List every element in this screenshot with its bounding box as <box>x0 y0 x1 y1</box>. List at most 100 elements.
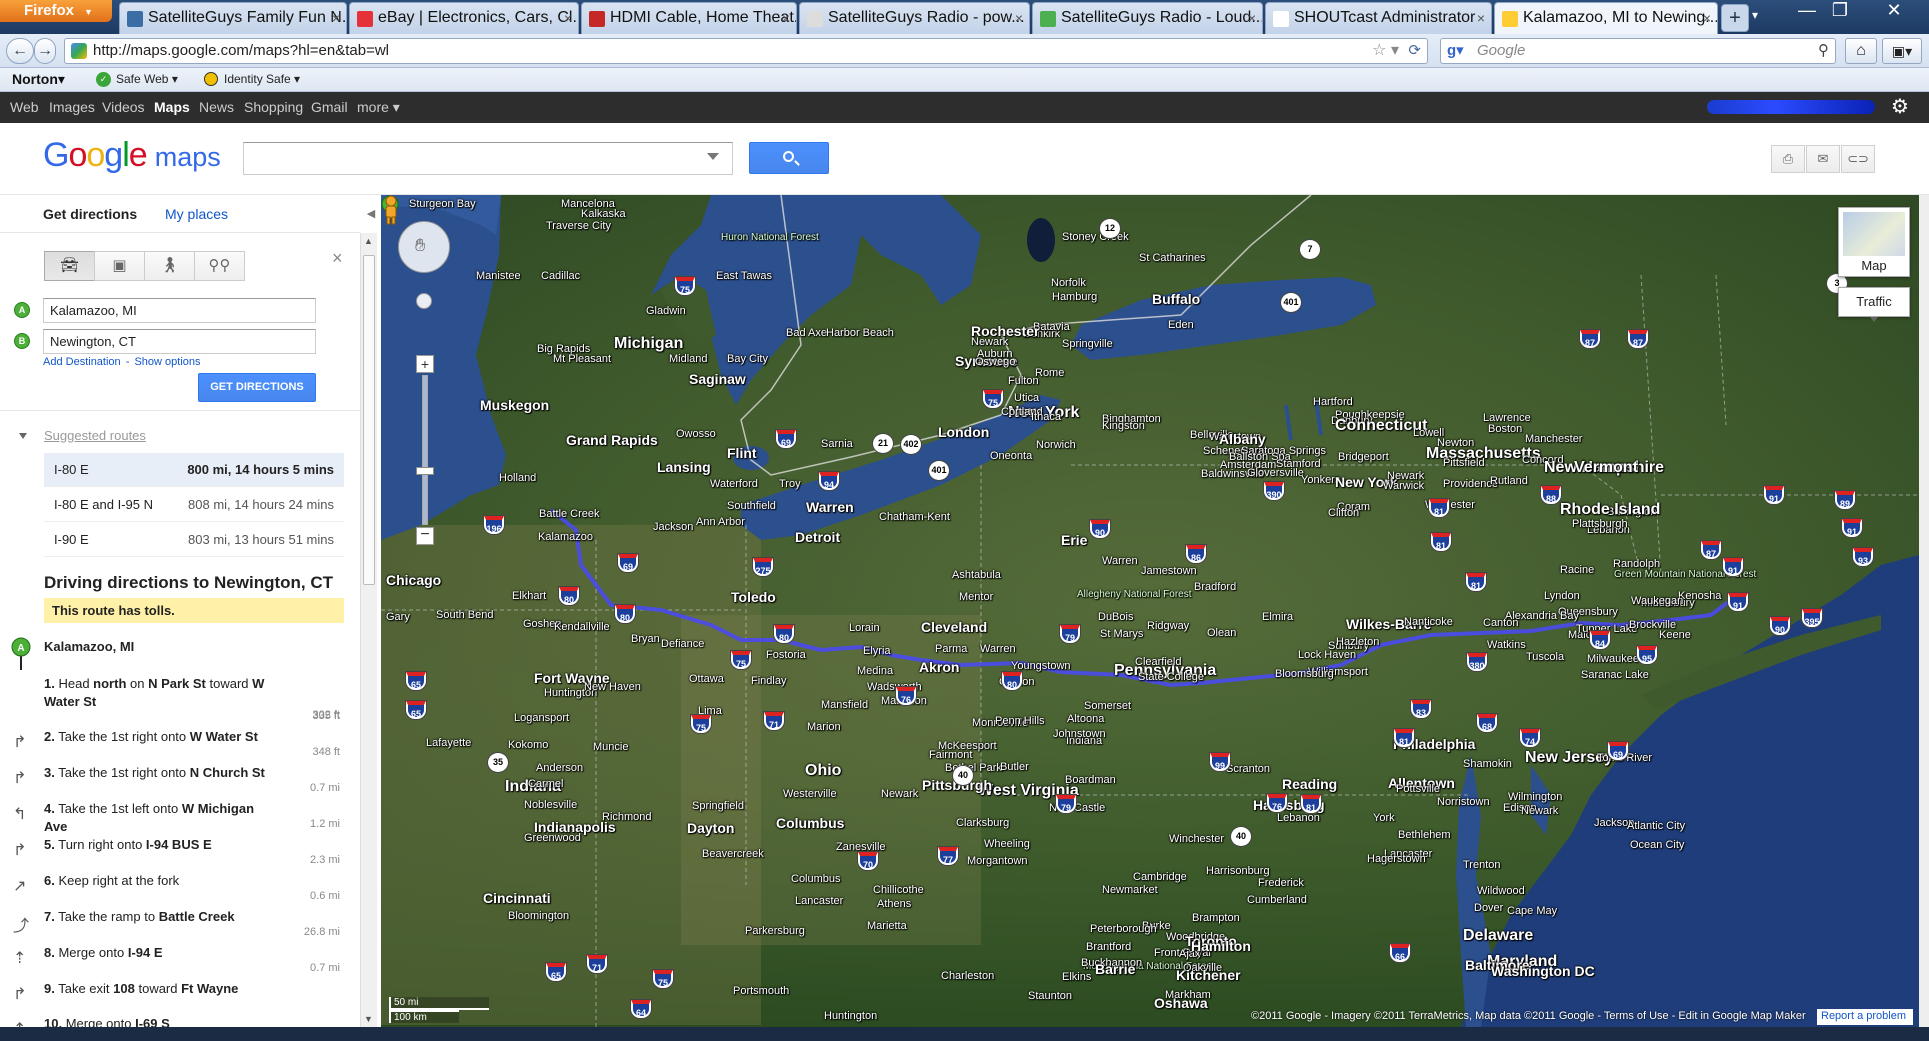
map-canvas[interactable]: Sturgeon Bay Mancelona Kalkaska Huron Natio… <box>381 195 1919 1027</box>
street-view-pegman-icon[interactable] <box>381 195 401 225</box>
scroll-down-icon[interactable]: ▼ <box>364 1014 373 1024</box>
zoom-slider-thumb[interactable] <box>416 467 434 475</box>
close-tab-icon[interactable]: × <box>564 3 572 33</box>
tab-title: HDMI Cable, Home Theat... <box>610 9 797 26</box>
mode-transit-button[interactable]: ▣ <box>94 251 145 281</box>
gear-icon[interactable]: ⚙ <box>1891 92 1909 123</box>
panel-scrollbar[interactable]: ▲ ▼ <box>360 233 377 1027</box>
map-type-button[interactable]: Map <box>1838 207 1910 277</box>
restore-window-button[interactable]: ❐ <box>1820 0 1860 22</box>
browser-tab[interactable]: eBay | Electronics, Cars, Cl... × <box>349 2 579 34</box>
norton-safe-web-button[interactable]: ✓ Safe Web ▾ <box>96 68 178 90</box>
scrollbar-thumb[interactable] <box>363 255 375 585</box>
map-place-label: Grand Rapids <box>566 432 658 448</box>
zoom-slider-track[interactable] <box>422 375 428 525</box>
mode-bicycling-button[interactable]: ⚲⚲ <box>194 251 245 281</box>
get-directions-button[interactable]: GET DIRECTIONS <box>198 373 316 402</box>
origin-input[interactable] <box>43 298 316 323</box>
map-copyright[interactable]: ©2011 Google - Imagery ©2011 TerraMetric… <box>1251 1010 1806 1022</box>
report-problem-link[interactable]: Report a problem <box>1817 1009 1913 1025</box>
gbar-link-web[interactable]: Web <box>10 92 39 123</box>
google-maps-logo[interactable]: Google maps <box>43 135 221 177</box>
account-name-redacted[interactable] <box>1707 100 1875 114</box>
map-place-label: Lafayette <box>426 737 472 749</box>
bookmarks-menu-button[interactable]: ▣▾ <box>1882 38 1922 64</box>
close-tab-icon[interactable]: × <box>1703 3 1711 33</box>
suggested-routes-label[interactable]: Suggested routes <box>44 428 146 443</box>
gbar-link-videos[interactable]: Videos <box>102 92 145 123</box>
tab-get-directions[interactable]: Get directions <box>43 195 137 233</box>
list-all-tabs-button[interactable]: ▾ <box>1752 8 1758 22</box>
url-bar[interactable]: http://maps.google.com/maps?hl=en&tab=wl… <box>64 38 1428 64</box>
show-options-link[interactable]: Show options <box>134 356 200 368</box>
map-place-label: Mentor <box>959 591 994 603</box>
highway-shield-icon: 75 <box>731 651 751 669</box>
map-place-label: Johnstown <box>1053 728 1106 740</box>
email-button[interactable]: ✉ <box>1806 145 1840 173</box>
map-place-label: Shamokin <box>1463 758 1512 770</box>
browser-tab[interactable]: SHOUTcast Administrator × <box>1265 2 1492 34</box>
collapse-panel-button[interactable]: ◀ <box>362 195 380 233</box>
home-button[interactable]: ⌂ <box>1845 38 1877 64</box>
traffic-layer-button[interactable]: Traffic <box>1838 287 1910 317</box>
magnifier-icon[interactable]: ⚲ <box>1818 39 1829 63</box>
close-tab-icon[interactable]: × <box>1248 3 1256 33</box>
close-tab-icon[interactable]: × <box>332 3 340 33</box>
gbar-link-more[interactable]: more ▾ <box>357 92 400 123</box>
browser-search-box[interactable]: g▾ Google ⚲ <box>1440 38 1836 64</box>
gbar-link-gmail[interactable]: Gmail <box>311 92 348 123</box>
zoom-out-button[interactable]: − <box>416 527 434 545</box>
suggested-route-item[interactable]: I-90 E 803 mi, 13 hours 51 mins <box>44 523 344 557</box>
tab-my-places[interactable]: My places <box>165 195 228 233</box>
collapse-caret-icon[interactable] <box>19 433 27 439</box>
browser-tab[interactable]: HDMI Cable, Home Theat... × <box>581 2 797 34</box>
gbar-link-news[interactable]: News <box>199 92 234 123</box>
map-place-label: Troy <box>779 478 801 490</box>
gbar-link-maps[interactable]: Maps <box>154 92 190 123</box>
gbar-link-images[interactable]: Images <box>49 92 95 123</box>
step-distance: 26.8 mi <box>303 926 340 938</box>
reload-icon[interactable]: ⟳ <box>1408 39 1421 63</box>
gbar-link-shopping[interactable]: Shopping <box>244 92 303 123</box>
close-tab-icon[interactable]: × <box>1477 3 1485 33</box>
bookmark-star-icon[interactable]: ☆ ▾ <box>1372 39 1399 63</box>
browser-tab[interactable]: SatelliteGuys Radio - pow... × <box>799 2 1030 34</box>
forward-button[interactable]: → <box>34 38 56 64</box>
close-tab-icon[interactable]: × <box>1015 3 1023 33</box>
step-instruction: 2. Take the 1st right onto W Water St <box>44 728 274 746</box>
maps-search-input[interactable] <box>243 142 733 175</box>
search-history-dropdown-icon[interactable] <box>707 153 719 160</box>
highway-shield-icon: 75 <box>691 715 711 733</box>
browser-tab[interactable]: Kalamazoo, MI to Newing... × <box>1494 2 1718 34</box>
browser-tab[interactable]: SatelliteGuys Family Fun N... × <box>119 2 347 34</box>
firefox-menu-button[interactable]: Firefox ▼ <box>0 0 112 22</box>
mode-driving-button[interactable]: 🚘︎ <box>44 251 95 281</box>
zoom-reset-button[interactable] <box>416 293 432 309</box>
scroll-up-icon[interactable]: ▲ <box>364 236 373 246</box>
add-destination-link[interactable]: Add Destination <box>43 356 121 368</box>
map-place-label: Anderson <box>536 762 584 774</box>
google-search-engine-icon[interactable]: g▾ <box>1447 43 1464 59</box>
destination-input[interactable] <box>43 329 316 354</box>
print-button[interactable]: ⎙ <box>1771 145 1805 173</box>
suggested-route-item[interactable]: I-80 E and I-95 N 808 mi, 14 hours 24 min… <box>44 488 344 522</box>
suggested-route-item[interactable]: I-80 E 800 mi, 14 hours 5 mins <box>44 453 344 487</box>
close-window-button[interactable]: ✕ <box>1869 0 1919 22</box>
map-place-label: Owosso <box>676 428 716 440</box>
zoom-in-button[interactable]: + <box>416 355 434 373</box>
new-tab-button[interactable]: + <box>1721 4 1749 32</box>
browser-tab[interactable]: SatelliteGuys Radio - Loud... × <box>1032 2 1263 34</box>
norton-logo[interactable]: Norton▾ <box>12 68 65 90</box>
back-button[interactable]: ← <box>6 38 34 64</box>
link-button[interactable]: ⊂⊃ <box>1841 145 1875 173</box>
pan-control[interactable]: ✋︎ <box>398 221 450 273</box>
close-directions-icon[interactable]: × <box>332 248 343 269</box>
close-tab-icon[interactable]: × <box>782 3 790 33</box>
restore-icon: ❐ <box>1831 0 1849 20</box>
step-text: Head <box>58 676 94 691</box>
layers-dropdown-icon[interactable] <box>1870 317 1878 322</box>
search-maps-button[interactable] <box>749 142 829 174</box>
norton-identity-safe-button[interactable]: Identity Safe ▾ <box>204 68 300 90</box>
mode-walking-button[interactable]: 🚶︎ <box>144 251 195 281</box>
map-place-label: Warren <box>806 499 854 515</box>
